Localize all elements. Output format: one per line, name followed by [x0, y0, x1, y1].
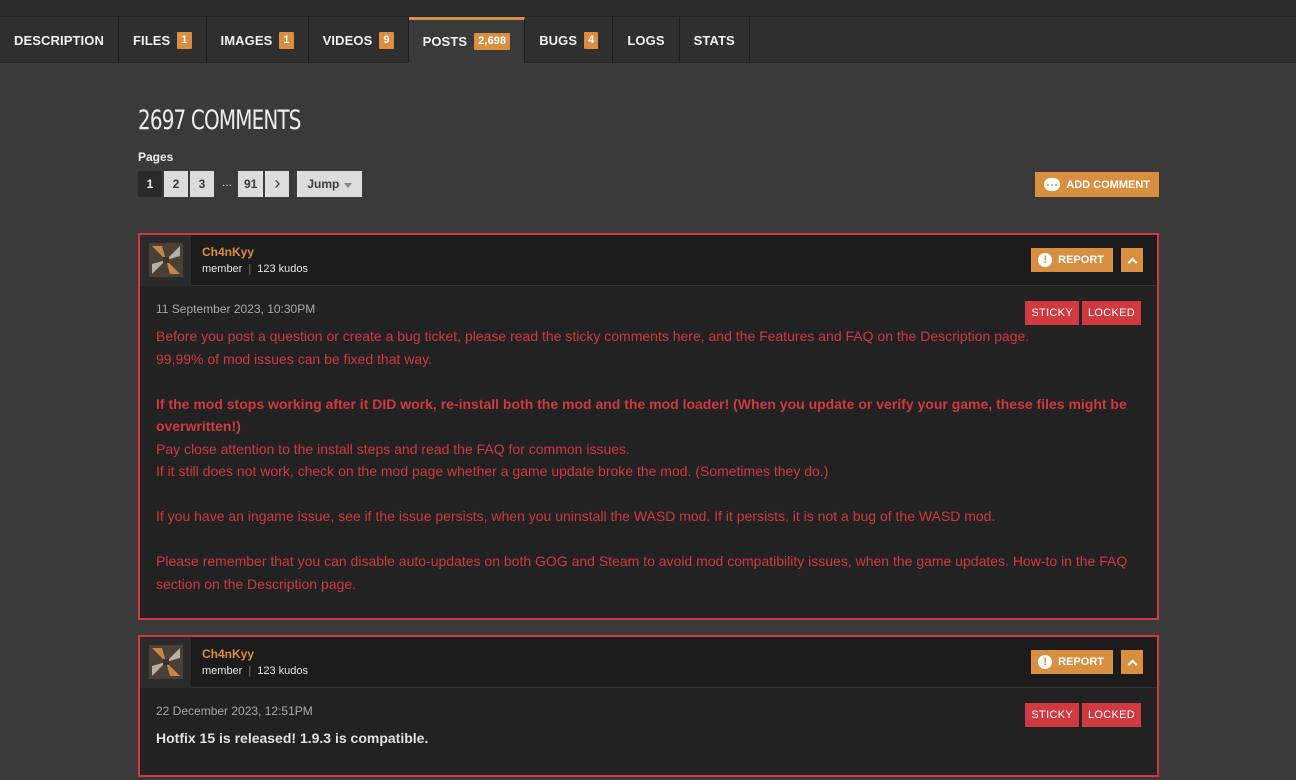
tab-label: DESCRIPTION	[14, 32, 104, 48]
tab-description[interactable]: DESCRIPTION	[0, 17, 119, 63]
page-1-button[interactable]: 1	[138, 171, 162, 197]
page-91-button[interactable]: 91	[238, 171, 264, 197]
post-line: Please remember that you can disable aut…	[156, 553, 1128, 592]
author-kudos: 123 kudos	[257, 665, 308, 677]
tab-bugs[interactable]: BUGS 4	[525, 17, 614, 63]
next-page-button[interactable]: ›	[265, 171, 290, 197]
post-tags: STICKY LOCKED	[1025, 301, 1141, 325]
pages-label: Pages	[138, 150, 174, 164]
post-text: Hotfix 15 is released! 1.9.3 is compatib…	[156, 730, 429, 746]
tab-label: VIDEOS	[322, 32, 373, 48]
count-badge: 2,698	[474, 33, 511, 50]
report-label: REPORT	[1058, 254, 1104, 266]
collapse-button[interactable]	[1121, 650, 1143, 674]
tab-label: LOGS	[627, 32, 665, 48]
alert-icon: !	[1038, 253, 1053, 267]
add-comment-button[interactable]: ADD COMMENT	[1035, 172, 1159, 197]
chevron-up-icon	[1127, 257, 1137, 267]
jump-label: Jump	[307, 177, 340, 191]
post-text: Before you post a question or create a b…	[156, 325, 1141, 595]
post-line: Pay close attention to the install steps…	[156, 440, 630, 457]
count-badge: 1	[177, 31, 192, 49]
post-line: If it still does not work, check on the …	[156, 463, 829, 479]
sticky-badge: STICKY	[1025, 703, 1079, 727]
caret-down-icon	[344, 182, 353, 188]
collapse-button[interactable]	[1121, 248, 1143, 272]
post-line: If you have an ingame issue, see if the …	[156, 508, 996, 524]
mod-tab-bar: DESCRIPTION FILES 1 IMAGES 1 VIDEOS 9 POSTS…	[0, 17, 1296, 63]
tab-label: IMAGES	[220, 32, 273, 48]
tab-images[interactable]: IMAGES 1	[207, 17, 309, 63]
post-date: 22 December 2023, 12:51PM	[156, 704, 313, 718]
author-name[interactable]: Ch4nKyy	[202, 245, 308, 259]
pagination: 1 2 3 ... 91 › Jump	[138, 171, 364, 197]
author-meta: member | 123 kudos	[202, 263, 308, 275]
post-line	[156, 528, 1141, 551]
locked-badge: LOCKED	[1081, 703, 1141, 727]
report-label: REPORT	[1058, 656, 1104, 668]
post-line: 99,99% of mod issues can be fixed that w…	[156, 350, 433, 367]
tab-logs[interactable]: LOGS	[613, 17, 680, 63]
jump-select[interactable]: Jump	[297, 171, 363, 197]
page-ellipsis: ...	[221, 175, 232, 189]
tab-label: STATS	[693, 32, 735, 48]
avatar[interactable]	[140, 636, 191, 688]
alert-icon: !	[1038, 655, 1053, 669]
comments-title: 2697 COMMENTS	[138, 105, 301, 136]
post-header: Ch4nKyy member | 123 kudos ! REPORT	[140, 234, 1157, 286]
count-badge: 1	[279, 31, 294, 49]
page-3-button[interactable]: 3	[190, 171, 214, 197]
chevron-up-icon	[1127, 659, 1137, 669]
author-kudos: 123 kudos	[257, 263, 308, 275]
tab-stats[interactable]: STATS	[680, 17, 750, 63]
tab-posts[interactable]: POSTS 2,698	[408, 17, 526, 63]
post-header: Ch4nKyy member | 123 kudos ! REPORT	[140, 636, 1157, 688]
count-badge: 4	[584, 31, 599, 49]
author-role: member	[202, 263, 243, 275]
tab-videos[interactable]: VIDEOS 9	[309, 17, 409, 63]
report-button[interactable]: ! REPORT	[1031, 248, 1113, 272]
chat-bubble-icon	[1044, 178, 1061, 191]
author-meta: member | 123 kudos	[202, 665, 308, 677]
post-body: 11 September 2023, 10:30PM STICKY LOCKED…	[140, 286, 1157, 615]
top-strip	[0, 0, 1296, 17]
comment-post: Ch4nKyy member | 123 kudos ! REPORT 22 Dec…	[138, 635, 1159, 777]
author-name[interactable]: Ch4nKyy	[202, 647, 308, 661]
post-line	[156, 370, 1141, 393]
post-tags: STICKY LOCKED	[1025, 703, 1141, 727]
tab-label: BUGS	[539, 32, 578, 48]
chevron-right-icon: ›	[274, 172, 281, 193]
locked-badge: LOCKED	[1081, 301, 1141, 325]
add-comment-label: ADD COMMENT	[1066, 178, 1150, 191]
tab-label: POSTS	[422, 34, 468, 49]
count-badge: 9	[379, 31, 394, 49]
tab-label: FILES	[132, 32, 171, 48]
page-2-button[interactable]: 2	[164, 171, 188, 197]
tab-files[interactable]: FILES 1	[119, 17, 207, 63]
post-line: Before you post a question or create a b…	[156, 328, 1030, 344]
comment-post: Ch4nKyy member | 123 kudos ! REPORT 11 Sep…	[138, 233, 1159, 620]
author-role: member	[202, 665, 243, 677]
sticky-badge: STICKY	[1025, 301, 1079, 325]
post-line	[156, 483, 1141, 506]
post-line-bold: If the mod stops working after it DID wo…	[156, 395, 1127, 435]
user-avatar-icon	[148, 243, 183, 277]
avatar[interactable]	[140, 234, 191, 286]
post-date: 11 September 2023, 10:30PM	[156, 302, 316, 316]
post-body: 22 December 2023, 12:51PM STICKY LOCKED …	[140, 688, 1157, 769]
user-avatar-icon	[148, 645, 183, 679]
report-button[interactable]: ! REPORT	[1031, 650, 1113, 674]
